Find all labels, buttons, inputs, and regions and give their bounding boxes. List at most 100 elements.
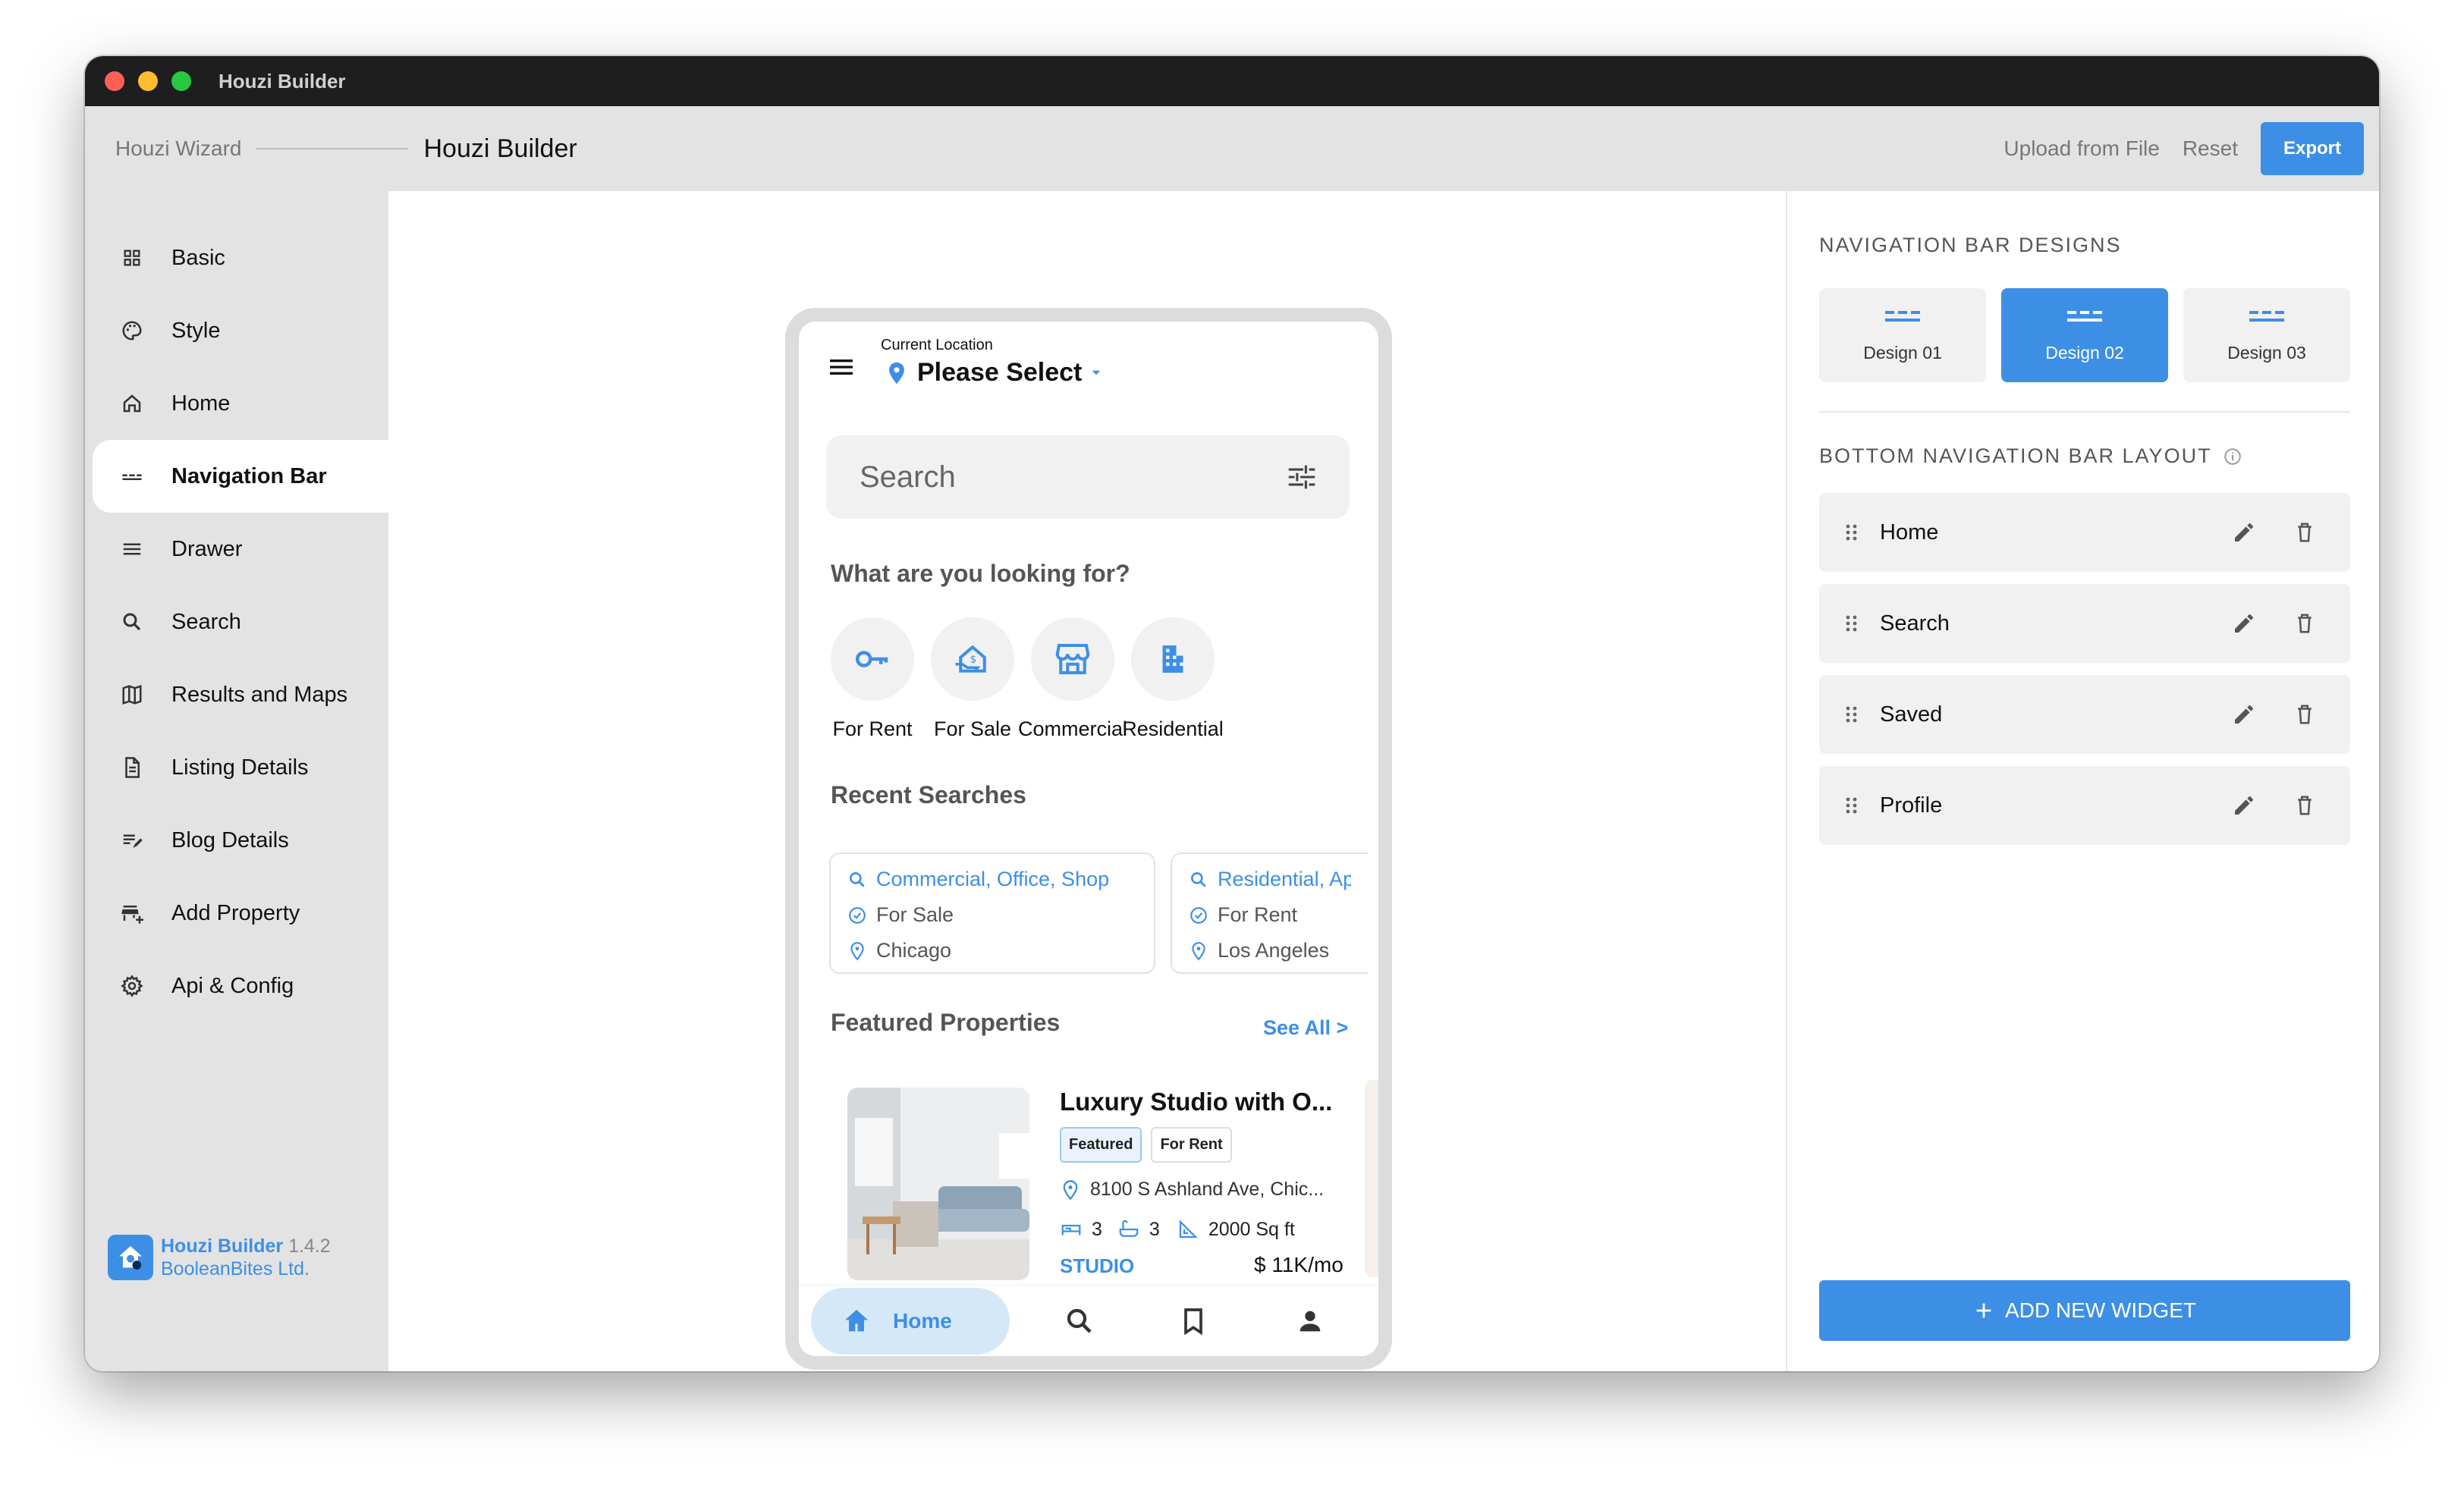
palette-icon (118, 317, 146, 344)
sidebar-item-basic[interactable]: Basic (85, 221, 388, 294)
bottom-nav-profile[interactable] (1287, 1298, 1333, 1344)
location-selector[interactable]: Please Select (884, 358, 1106, 388)
design-option-02[interactable]: Design 02 (2001, 288, 2168, 382)
sidebar-item-label: Blog Details (171, 827, 289, 852)
nav-bar-icon (2249, 310, 2284, 322)
nav-widget-label: Saved (1880, 702, 1943, 727)
grid-icon (118, 244, 146, 272)
bottom-navigation-bar: Home (799, 1286, 1378, 1356)
current-location-label: Current Location (881, 337, 993, 353)
sidebar-item-label: Api & Config (171, 973, 294, 998)
zoom-window-button[interactable] (171, 71, 191, 91)
search-icon (1067, 1308, 1092, 1333)
bed-icon (1061, 1224, 1081, 1235)
design-option-01[interactable]: Design 01 (1819, 288, 1986, 382)
nav-widget-row[interactable]: Home (1819, 493, 2350, 572)
drag-handle-icon[interactable] (1840, 703, 1863, 726)
see-all-link[interactable]: See All > (1263, 1016, 1348, 1040)
minimize-window-button[interactable] (138, 71, 158, 91)
sidebar-item-api-config[interactable]: Api & Config (85, 950, 388, 1022)
nav-widget-list: Home Search Saved Profile (1819, 493, 2350, 857)
app-version-badge: Houzi Builder 1.4.2 BooleanBites Ltd. (108, 1235, 331, 1280)
close-window-button[interactable] (105, 71, 124, 91)
bottom-nav-search[interactable] (1057, 1298, 1102, 1344)
recent-query: Residential, Ap (1218, 868, 1351, 890)
window-title: Houzi Builder (218, 69, 346, 93)
recent-search-card[interactable]: Commercial, Office, Shop For Sale Chicag… (829, 852, 1155, 974)
export-button[interactable]: Export (2260, 122, 2364, 175)
hamburger-menu-icon[interactable] (826, 352, 856, 386)
drag-handle-icon[interactable] (1840, 794, 1863, 817)
recent-location: Chicago (876, 939, 952, 962)
sidebar-item-add-property[interactable]: Add Property (85, 877, 388, 950)
location-pin-icon (1192, 941, 1205, 960)
recent-query: Commercial, Office, Shop (876, 868, 1110, 890)
sidebar-item-label: Search (171, 609, 241, 634)
sidebar-item-blog-details[interactable]: Blog Details (85, 804, 388, 877)
sidebar-item-results-and-maps[interactable]: Results and Maps (85, 658, 388, 731)
house-dollar-icon: $ (955, 645, 986, 673)
design-label: Design 02 (2045, 342, 2124, 363)
search-placeholder: Search (860, 460, 956, 494)
sidebar-item-search[interactable]: Search (85, 586, 388, 658)
design-option-03[interactable]: Design 03 (2183, 288, 2350, 382)
sidebar-item-label: Drawer (171, 536, 243, 561)
nav-widget-row[interactable]: Saved (1819, 675, 2350, 754)
featured-tag: Featured (1060, 1127, 1142, 1163)
breadcrumb-root[interactable]: Houzi Wizard (115, 137, 241, 161)
upload-from-file-button[interactable]: Upload from File (2004, 137, 2159, 161)
bottom-nav-home[interactable]: Home (811, 1288, 1010, 1355)
nav-widget-row[interactable]: Search (1819, 584, 2350, 663)
app-bar: Houzi Wizard Houzi Builder Upload from F… (85, 106, 2379, 191)
person-icon (1300, 1311, 1321, 1332)
recent-search-card[interactable]: Residential, Ap For Rent Los Angeles (1171, 852, 1368, 974)
nav-widget-label: Search (1880, 611, 1950, 636)
reset-button[interactable]: Reset (2183, 137, 2238, 161)
area-icon (1179, 1220, 1198, 1239)
drag-handle-icon[interactable] (1840, 612, 1863, 635)
location-pin-icon (850, 941, 864, 960)
design-label: Design 01 (1863, 342, 1942, 363)
filter-icon[interactable] (1284, 460, 1319, 494)
breadcrumb-divider (256, 148, 409, 149)
menu-icon (118, 535, 146, 563)
category-list: For Rent $ For Sale Commercial Residenti… (829, 617, 1237, 741)
sidebar-item-drawer[interactable]: Drawer (85, 513, 388, 586)
footer-company: BooleanBites Ltd. (161, 1258, 310, 1279)
category-residential[interactable]: Residential (1108, 617, 1237, 741)
search-input[interactable]: Search (826, 435, 1350, 519)
sidebar-item-label: Home (171, 391, 231, 416)
sidebar-item-listing-details[interactable]: Listing Details (85, 731, 388, 804)
property-beds: 3 (1092, 1218, 1102, 1240)
edit-icon[interactable] (2229, 517, 2259, 548)
edit-icon[interactable] (2229, 608, 2259, 639)
sidebar-item-navigation-bar[interactable]: Navigation Bar (93, 440, 388, 513)
nav-widget-row[interactable]: Profile (1819, 766, 2350, 845)
map-icon (118, 681, 146, 708)
delete-icon[interactable] (2290, 517, 2320, 548)
property-type: STUDIO (1060, 1254, 1135, 1277)
sidebar-item-home[interactable]: Home (85, 367, 388, 440)
check-circle-icon (849, 906, 866, 924)
home-icon (845, 1310, 868, 1332)
delete-icon[interactable] (2290, 608, 2320, 639)
next-property-card[interactable] (1365, 1080, 1378, 1277)
sidebar-item-style[interactable]: Style (85, 294, 388, 367)
property-image (847, 1088, 1029, 1280)
sidebar-item-label: Navigation Bar (171, 463, 327, 488)
property-card[interactable]: Luxury Studio with O... Featured For Ren… (832, 1072, 1345, 1292)
delete-icon[interactable] (2290, 699, 2320, 730)
gear-icon (118, 972, 146, 1000)
location-value: Please Select (917, 358, 1083, 387)
bottom-nav-saved[interactable] (1171, 1298, 1216, 1344)
looking-for-title: What are you looking for? (831, 560, 1130, 587)
drag-handle-icon[interactable] (1840, 521, 1863, 544)
info-icon[interactable] (2223, 447, 2242, 466)
edit-icon[interactable] (2229, 790, 2259, 821)
search-icon (1191, 871, 1206, 887)
edit-icon[interactable] (2229, 699, 2259, 730)
add-new-widget-button[interactable]: ADD NEW WIDGET (1819, 1280, 2350, 1341)
property-price: $ 11K/mo (1254, 1253, 1344, 1276)
document-icon (118, 754, 146, 781)
delete-icon[interactable] (2290, 790, 2320, 821)
